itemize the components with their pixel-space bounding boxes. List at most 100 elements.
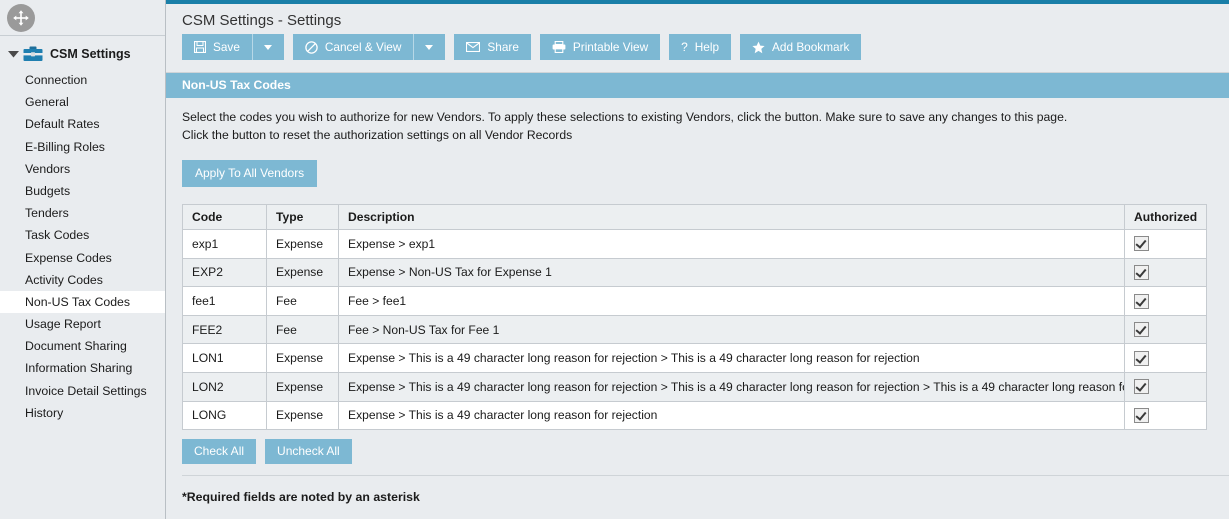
cell-code: LONG <box>182 400 267 431</box>
authorized-checkbox[interactable] <box>1134 293 1149 309</box>
envelope-icon <box>466 42 481 52</box>
cell-authorized <box>1124 286 1207 316</box>
sidebar-item-expense-codes[interactable]: Expense Codes <box>0 247 165 269</box>
sidebar-item-activity-codes[interactable]: Activity Codes <box>0 269 165 291</box>
codes-table-wrapper: Code Type Description Authorized exp1 Ex… <box>182 204 1207 431</box>
sidebar-item-connection[interactable]: Connection <box>0 69 165 91</box>
sidebar-item-invoice-detail-settings[interactable]: Invoice Detail Settings <box>0 380 165 402</box>
save-button[interactable]: Save <box>182 34 284 60</box>
save-disk-icon <box>194 41 206 53</box>
table-row: exp1 Expense Expense > exp1 <box>182 229 1207 259</box>
table-row: LON1 Expense Expense > This is a 49 char… <box>182 343 1207 373</box>
authorized-checkbox[interactable] <box>1134 379 1149 395</box>
cancel-and-view-button[interactable]: Cancel & View <box>292 34 446 60</box>
sidebar-item-general[interactable]: General <box>0 91 165 113</box>
cell-description: Expense > This is a 49 character long re… <box>338 400 1125 431</box>
non-us-tax-codes-panel: Non-US Tax Codes Select the codes you wi… <box>166 72 1229 477</box>
caret-down-icon[interactable] <box>6 47 20 61</box>
cell-type: Expense <box>266 257 339 288</box>
sidebar-tree-root[interactable]: CSM Settings <box>0 42 165 66</box>
sidebar-item-tenders[interactable]: Tenders <box>0 202 165 224</box>
cell-description: Expense > exp1 <box>338 229 1125 259</box>
share-button[interactable]: Share <box>454 34 531 60</box>
sidebar-item-document-sharing[interactable]: Document Sharing <box>0 335 165 357</box>
column-header-description: Description <box>338 204 1125 230</box>
table-row: FEE2 Fee Fee > Non-US Tax for Fee 1 <box>182 314 1207 345</box>
cell-authorized <box>1124 314 1207 345</box>
move-arrows-icon[interactable] <box>7 4 35 32</box>
cell-authorized <box>1124 371 1207 402</box>
instruction-line-1: Select the codes you wish to authorize f… <box>182 110 1068 124</box>
page-title: CSM Settings - Settings <box>182 12 342 29</box>
authorized-checkbox[interactable] <box>1134 322 1149 338</box>
cell-code: LON1 <box>182 343 267 373</box>
column-header-type: Type <box>266 204 339 230</box>
authorized-checkbox[interactable] <box>1134 408 1149 423</box>
panel-title: Non-US Tax Codes <box>166 73 1229 98</box>
sidebar-item-default-rates[interactable]: Default Rates <box>0 113 165 135</box>
check-all-button[interactable]: Check All <box>182 439 257 465</box>
cell-type: Fee <box>266 314 339 345</box>
table-actions: Check All Uncheck All <box>182 439 1213 465</box>
authorized-checkbox[interactable] <box>1134 236 1149 252</box>
sidebar: CSM Settings Connection General Default … <box>0 0 166 519</box>
cell-description: Expense > This is a 49 character long re… <box>338 371 1125 402</box>
authorized-checkbox[interactable] <box>1134 265 1149 281</box>
cancel-and-view-dropdown-toggle[interactable] <box>413 34 434 60</box>
sidebar-nav-list: Connection General Default Rates E-Billi… <box>0 69 165 424</box>
apply-to-all-vendors-button[interactable]: Apply To All Vendors <box>182 160 318 187</box>
uncheck-all-button[interactable]: Uncheck All <box>265 439 352 465</box>
sidebar-item-history[interactable]: History <box>0 402 165 424</box>
sidebar-item-task-codes[interactable]: Task Codes <box>0 224 165 246</box>
table-row: EXP2 Expense Expense > Non-US Tax for Ex… <box>182 257 1207 288</box>
cell-code: FEE2 <box>182 314 267 345</box>
cell-description: Fee > Non-US Tax for Fee 1 <box>338 314 1125 345</box>
cell-type: Fee <box>266 286 339 316</box>
cell-description: Fee > fee1 <box>338 286 1125 316</box>
section-divider <box>182 475 1229 477</box>
table-header-row: Code Type Description Authorized <box>182 204 1207 230</box>
panel-body: Select the codes you wish to authorize f… <box>166 98 1229 477</box>
printable-view-button-label: Printable View <box>572 40 649 54</box>
save-button-label: Save <box>213 40 240 54</box>
sidebar-item-information-sharing[interactable]: Information Sharing <box>0 357 165 379</box>
column-header-authorized: Authorized <box>1124 204 1207 230</box>
cancel-and-view-button-label: Cancel & View <box>324 40 402 54</box>
cell-authorized <box>1124 229 1207 259</box>
column-header-code: Code <box>182 204 267 230</box>
briefcase-icon <box>23 46 43 62</box>
cell-description: Expense > Non-US Tax for Expense 1 <box>338 257 1125 288</box>
cell-authorized <box>1124 400 1207 431</box>
star-icon <box>752 41 765 54</box>
cell-code: LON2 <box>182 371 267 402</box>
codes-table: Code Type Description Authorized exp1 Ex… <box>182 204 1207 431</box>
cell-type: Expense <box>266 343 339 373</box>
cell-description: Expense > This is a 49 character long re… <box>338 343 1125 373</box>
toolbar: Save Cancel & View Share Printable View … <box>166 28 1229 68</box>
sidebar-item-non-us-tax-codes[interactable]: Non-US Tax Codes <box>0 290 165 314</box>
help-button[interactable]: ? Help <box>669 34 732 60</box>
authorized-checkbox[interactable] <box>1134 350 1149 366</box>
sidebar-tree-root-label: CSM Settings <box>50 47 131 61</box>
cell-code: fee1 <box>182 286 267 316</box>
table-row: fee1 Fee Fee > fee1 <box>182 286 1207 316</box>
printer-icon <box>552 41 566 53</box>
application-window: CSM Settings Connection General Default … <box>0 0 1229 519</box>
main-content: CSM Settings - Settings Save Cancel & Vi… <box>166 0 1229 519</box>
question-mark-icon: ? <box>681 40 688 54</box>
sidebar-item-e-billing-roles[interactable]: E-Billing Roles <box>0 136 165 158</box>
sidebar-item-budgets[interactable]: Budgets <box>0 180 165 202</box>
table-row: LONG Expense Expense > This is a 49 char… <box>182 400 1207 431</box>
instruction-line-2: Click the button to reset the authorizat… <box>182 128 573 142</box>
cell-type: Expense <box>266 229 339 259</box>
instructions: Select the codes you wish to authorize f… <box>182 110 1213 143</box>
save-dropdown-toggle[interactable] <box>251 34 272 60</box>
printable-view-button[interactable]: Printable View <box>539 34 661 60</box>
cell-type: Expense <box>266 400 339 431</box>
required-fields-note: *Required fields are noted by an asteris… <box>182 490 420 505</box>
sidebar-item-usage-report[interactable]: Usage Report <box>0 313 165 335</box>
add-bookmark-button[interactable]: Add Bookmark <box>740 34 862 60</box>
sidebar-header <box>0 0 165 36</box>
help-button-label: Help <box>694 40 720 54</box>
sidebar-item-vendors[interactable]: Vendors <box>0 158 165 180</box>
